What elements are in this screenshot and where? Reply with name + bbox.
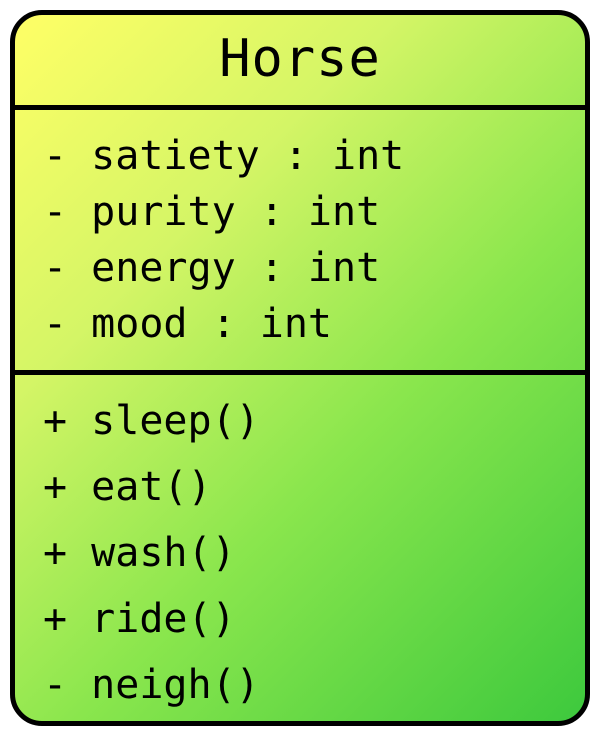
uml-class-box: Horse - satiety : int - purity : int - e… bbox=[10, 10, 590, 726]
method-row: + wash() bbox=[43, 525, 557, 581]
attribute-row: - purity : int bbox=[43, 184, 557, 240]
methods-section: + sleep() + eat() + wash() + ride() - ne… bbox=[15, 375, 585, 726]
attribute-row: - energy : int bbox=[43, 240, 557, 296]
attribute-row: - satiety : int bbox=[43, 128, 557, 184]
class-name: Horse bbox=[15, 15, 585, 110]
method-row: + eat() bbox=[43, 459, 557, 515]
attributes-section: - satiety : int - purity : int - energy … bbox=[15, 110, 585, 375]
method-row: - neigh() bbox=[43, 657, 557, 713]
attribute-row: - mood : int bbox=[43, 296, 557, 352]
method-row: + ride() bbox=[43, 591, 557, 647]
method-row: + sleep() bbox=[43, 393, 557, 449]
